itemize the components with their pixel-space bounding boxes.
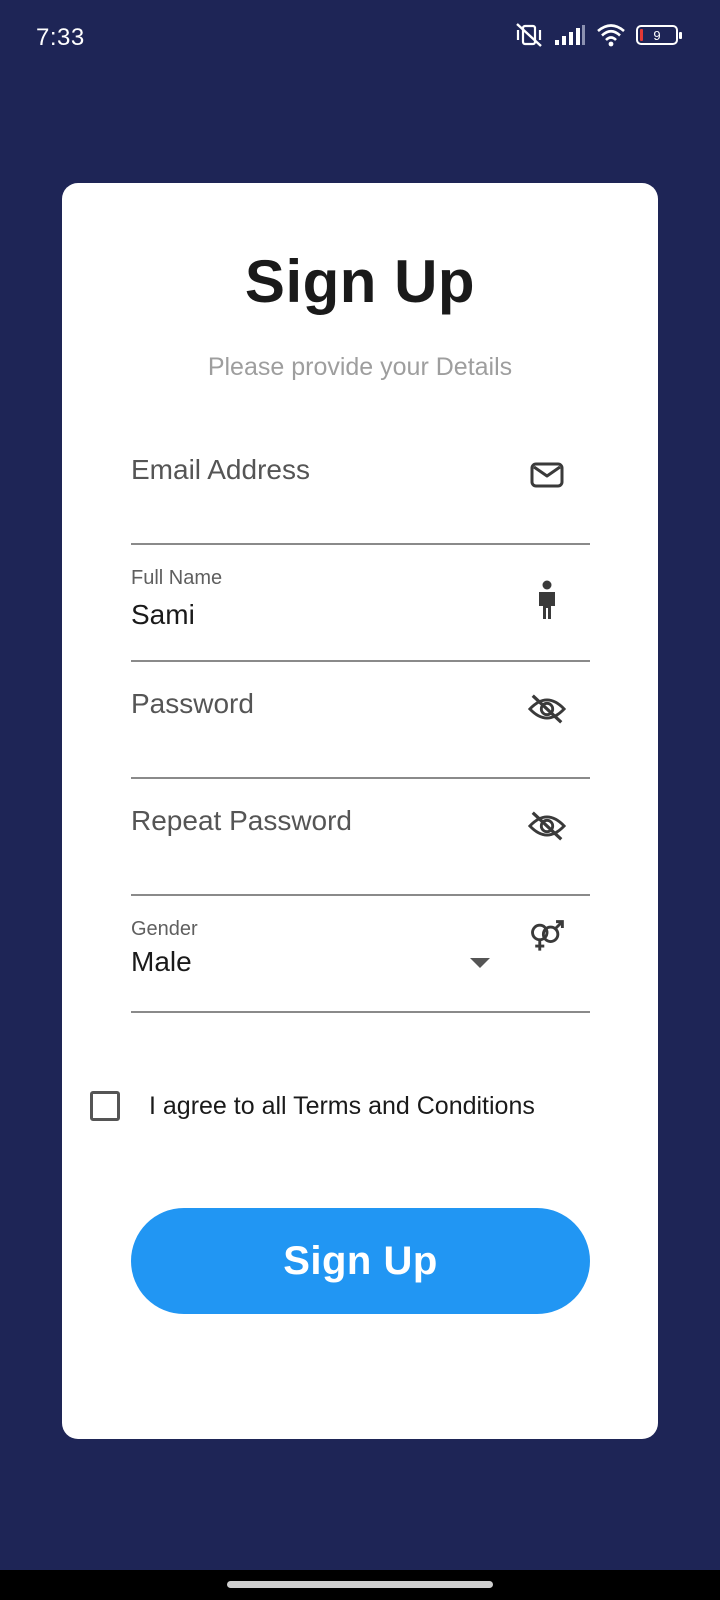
vibrate-off-icon	[514, 22, 544, 48]
terms-label[interactable]: I agree to all Terms and Conditions	[149, 1092, 535, 1121]
password-placeholder: Password	[131, 688, 254, 719]
battery-level-fill	[640, 29, 643, 41]
gender-icon	[528, 918, 566, 956]
full-name-label: Full Name	[131, 567, 223, 589]
signup-button[interactable]: Sign Up	[131, 1208, 590, 1314]
page-subtitle: Please provide your Details	[207, 353, 513, 381]
chevron-down-icon[interactable]	[470, 958, 490, 968]
gender-dropdown[interactable]: Gender Male	[131, 896, 590, 1013]
mail-icon	[528, 456, 566, 494]
wifi-icon	[596, 23, 626, 47]
page-title: Sign Up	[244, 248, 476, 315]
status-bar: 7:33 9	[0, 0, 720, 80]
battery-icon: 9	[636, 25, 682, 45]
password-field[interactable]: Password	[131, 662, 590, 779]
terms-row[interactable]: I agree to all Terms and Conditions	[90, 1091, 535, 1121]
full-name-value: Sami	[131, 599, 195, 630]
battery-level: 9	[653, 27, 661, 43]
email-field[interactable]: Email Address	[131, 428, 590, 545]
visibility-off-icon[interactable]	[528, 690, 566, 728]
gender-selected: Male	[131, 946, 192, 977]
gender-label: Gender	[131, 918, 198, 940]
repeat-password-field[interactable]: Repeat Password	[131, 779, 590, 896]
repeat-password-placeholder: Repeat Password	[131, 805, 353, 836]
navigation-bar	[0, 1570, 720, 1600]
email-placeholder: Email Address	[131, 454, 310, 485]
visibility-off-icon[interactable]	[528, 807, 566, 845]
status-icons: 9	[514, 22, 682, 48]
person-icon	[528, 580, 566, 619]
full-name-field[interactable]: Full Name Sami	[131, 545, 590, 662]
home-gesture-handle[interactable]	[227, 1581, 493, 1588]
terms-checkbox[interactable]	[90, 1091, 120, 1121]
signup-card: Sign Up Please provide your Details Emai…	[62, 183, 658, 1439]
status-time: 7:33	[36, 24, 85, 51]
signal-icon	[554, 24, 586, 46]
